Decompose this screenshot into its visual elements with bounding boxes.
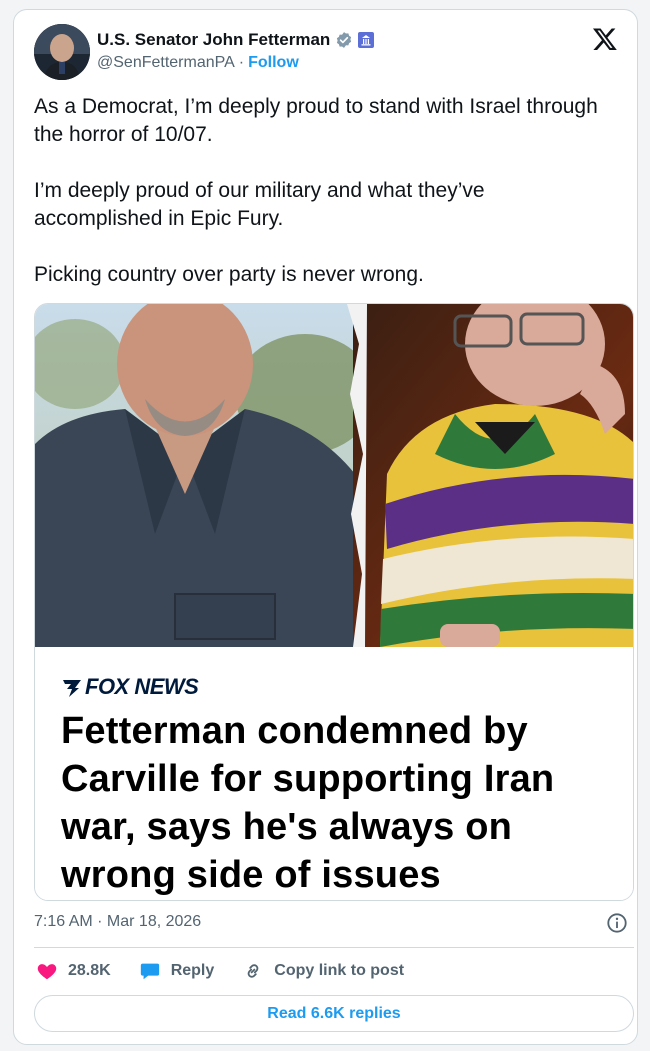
link-preview-card[interactable]: FOX NEWS Fetterman condemned by Carville… [34, 303, 634, 901]
source-logo: FOX NEWS [61, 673, 199, 701]
article-headline: Fetterman condemned by Carville for supp… [61, 710, 555, 896]
government-badge-icon [358, 32, 375, 48]
reply-button[interactable]: Reply [139, 960, 215, 982]
x-logo-icon[interactable] [592, 26, 618, 52]
info-icon[interactable] [606, 912, 628, 934]
tweet-card: U.S. Senator John Fetterman @SenFetterma… [13, 9, 638, 1045]
author-name[interactable]: U.S. Senator John Fetterman [97, 30, 330, 50]
article-photo [35, 304, 633, 647]
tweet-paragraph: As a Democrat, I’m deeply proud to stand… [34, 95, 598, 146]
author-name-row: U.S. Senator John Fetterman [97, 29, 375, 51]
avatar-image [34, 24, 90, 80]
like-count: 28.8K [68, 962, 111, 979]
like-button[interactable]: 28.8K [36, 960, 111, 982]
verified-badge-icon [337, 32, 352, 48]
fox-news-logo-icon [63, 680, 81, 697]
tweet-paragraph: Picking country over party is never wron… [34, 263, 424, 286]
source-name: FOX NEWS [85, 674, 199, 699]
action-bar: 28.8K Reply Copy link to post [36, 959, 432, 983]
article-info: FOX NEWS Fetterman condemned by Carville… [35, 647, 633, 900]
author-handle-row: @SenFettermanPA · Follow [97, 54, 299, 72]
reply-bubble-icon [140, 963, 159, 980]
heart-icon [37, 964, 57, 980]
author-handle[interactable]: @SenFettermanPA [97, 54, 235, 72]
avatar[interactable] [34, 24, 90, 80]
divider [34, 947, 634, 948]
follow-button[interactable]: Follow [248, 54, 299, 72]
tweet-text: As a Democrat, I’m deeply proud to stand… [34, 93, 614, 289]
reply-label: Reply [170, 962, 215, 979]
copy-link-label: Copy link to post [274, 962, 405, 979]
tweet-timestamp[interactable]: 7:16 AM · Mar 18, 2026 [34, 913, 201, 931]
read-replies-button[interactable]: Read 6.6K replies [34, 995, 634, 1032]
handle-separator: · [238, 54, 245, 71]
tweet-paragraph: I’m deeply proud of our military and wha… [34, 179, 485, 230]
copy-link-button[interactable]: Copy link to post [242, 960, 404, 982]
link-icon [247, 964, 259, 978]
